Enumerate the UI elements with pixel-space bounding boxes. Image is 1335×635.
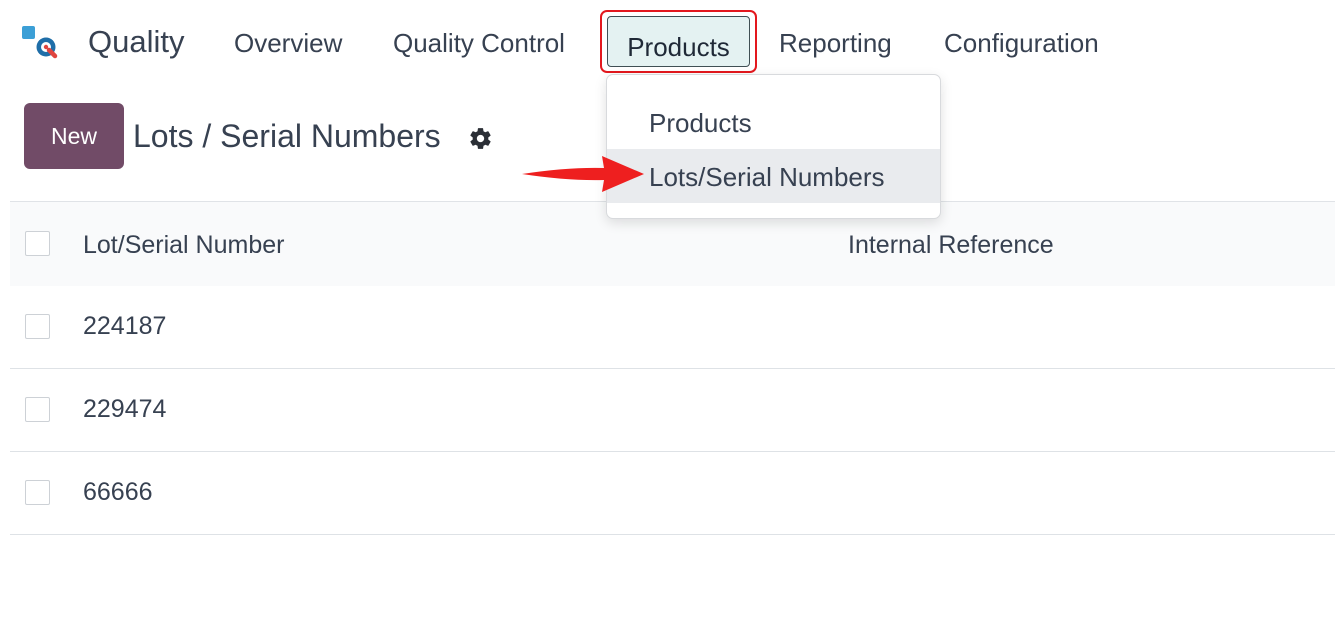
nav-configuration[interactable]: Configuration <box>944 28 1099 59</box>
page-title: Lots / Serial Numbers <box>133 118 441 154</box>
new-button[interactable]: New <box>24 103 124 169</box>
table-row[interactable]: 224187 <box>10 286 1335 369</box>
column-header-internal-reference[interactable]: Internal Reference <box>848 231 1054 260</box>
gear-icon[interactable] <box>468 126 493 151</box>
nav-products-label: Products <box>627 32 730 62</box>
cell-lot: 224187 <box>83 312 167 340</box>
select-all-checkbox[interactable] <box>25 231 50 256</box>
column-header-lot[interactable]: Lot/Serial Number <box>83 231 284 260</box>
row-checkbox[interactable] <box>25 314 50 339</box>
nav-quality-control[interactable]: Quality Control <box>393 28 565 59</box>
nav-reporting[interactable]: Reporting <box>779 28 892 59</box>
menu-item-label: Lots/Serial Numbers <box>649 162 885 192</box>
nav-overview[interactable]: Overview <box>234 28 342 59</box>
table-row[interactable]: 66666 <box>10 452 1335 535</box>
menu-item-products[interactable]: Products <box>607 95 940 149</box>
menu-item-label: Products <box>649 108 752 138</box>
menu-item-lots-serial-numbers[interactable]: Lots/Serial Numbers <box>607 149 940 203</box>
table-row[interactable]: 229474 <box>10 369 1335 452</box>
lots-list-view: Lot/Serial Number Internal Reference 224… <box>10 201 1335 535</box>
nav-products-highlight: Products <box>600 10 757 73</box>
cell-lot: 229474 <box>83 395 167 423</box>
annotation-arrow-icon <box>522 156 644 192</box>
products-dropdown-menu: Products Lots/Serial Numbers <box>606 74 941 219</box>
row-checkbox[interactable] <box>25 480 50 505</box>
nav-products[interactable]: Products <box>607 16 750 67</box>
quality-app-logo-icon[interactable] <box>22 26 64 62</box>
app-name[interactable]: Quality <box>88 24 184 60</box>
cell-lot: 66666 <box>83 478 153 506</box>
row-checkbox[interactable] <box>25 397 50 422</box>
